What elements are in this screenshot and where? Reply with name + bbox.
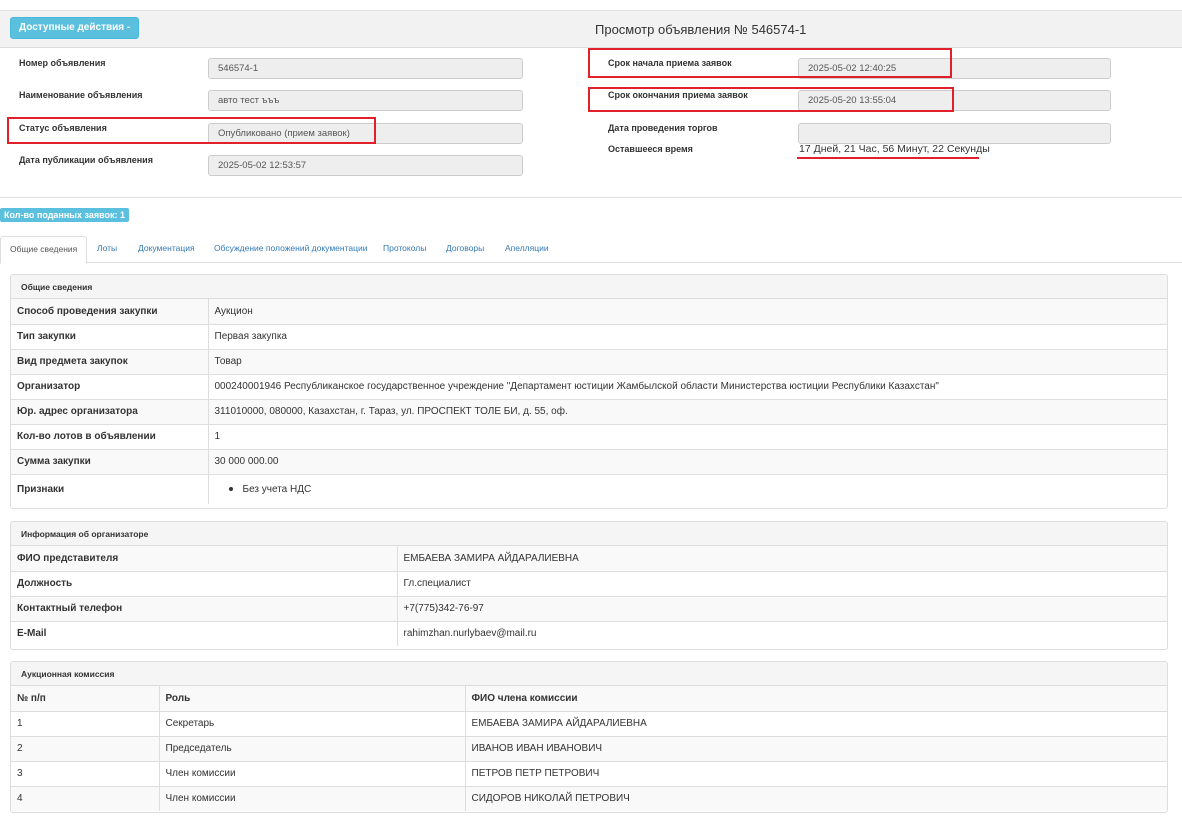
organizer-info-table: ФИО представителя ЕМБАЕВА ЗАМИРА АЙДАРАЛ… <box>11 546 1167 646</box>
general-info-panel: Общие сведения Способ проведения закупки… <box>10 274 1168 509</box>
announcement-form: Номер объявления 546574-1 Наименование о… <box>0 48 1182 198</box>
applications-count-badge: Кол-во поданных заявок: 1 <box>0 208 130 222</box>
table-row: Организатор 000240001946 Республиканское… <box>11 373 1167 399</box>
column-header-role: Роль <box>159 686 466 711</box>
table-row: 3 Член комиссии ПЕТРОВ ПЕТР ПЕТРОВИЧ <box>11 760 1167 786</box>
table-row: 1 Секретарь ЕМБАЕВА ЗАМИРА АЙДАРАЛИЕВНА <box>11 710 1167 736</box>
row-value: rahimzhan.nurlybaev@mail.ru <box>397 620 1167 646</box>
feature-item: Без учета НДС <box>242 483 312 495</box>
row-label: Вид предмета закупок <box>11 348 209 374</box>
table-row: Должность Гл.специалист <box>11 570 1167 596</box>
row-value: Без учета НДС <box>208 473 1167 504</box>
row-label: Юр. адрес организатора <box>11 398 209 424</box>
page-title: Просмотр объявления № 546574-1 <box>595 22 807 37</box>
start-date-highlight-box <box>588 48 952 78</box>
tab-documentation[interactable]: Документация <box>138 236 195 263</box>
table-header-row: № п/п Роль ФИО члена комиссии <box>11 686 1167 711</box>
member-role: Секретарь <box>159 710 466 736</box>
row-value: 30 000 000.00 <box>208 448 1167 474</box>
member-number: 4 <box>11 785 160 811</box>
table-row: Кол-во лотов в объявлении 1 <box>11 423 1167 449</box>
announcement-name-field[interactable]: авто тест ъъъ <box>208 90 523 111</box>
member-name: ЕМБАЕВА ЗАМИРА АЙДАРАЛИЕВНА <box>465 710 1167 736</box>
remaining-time-value: 17 Дней, 21 Час, 56 Минут, 22 Секунды <box>799 143 990 155</box>
auction-commission-panel: Аукционная комиссия № п/п Роль ФИО члена… <box>10 661 1168 813</box>
column-header-number: № п/п <box>11 686 160 711</box>
tab-general-info[interactable]: Общие сведения <box>0 236 88 264</box>
row-value: 1 <box>208 423 1167 449</box>
column-header-member-name: ФИО члена комиссии <box>465 686 1167 711</box>
row-value: Товар <box>208 348 1167 374</box>
general-info-table: Способ проведения закупки Аукцион Тип за… <box>11 299 1167 504</box>
table-row: 4 Член комиссии СИДОРОВ НИКОЛАЙ ПЕТРОВИЧ <box>11 785 1167 811</box>
member-number: 3 <box>11 760 160 786</box>
announcement-name-label: Наименование объявления <box>19 90 143 100</box>
organizer-info-panel: Информация об организаторе ФИО представи… <box>10 521 1168 650</box>
row-value: Первая закупка <box>208 323 1167 349</box>
remaining-time-underline <box>797 157 979 159</box>
row-value: Гл.специалист <box>397 570 1167 596</box>
tab-bar: Общие сведения Лоты Документация Обсужде… <box>0 236 1182 264</box>
announcement-number-field[interactable]: 546574-1 <box>208 58 523 79</box>
row-label: Признаки <box>11 473 209 504</box>
publication-date-field[interactable]: 2025-05-02 12:53:57 <box>208 155 523 176</box>
member-role: Член комиссии <box>159 760 466 786</box>
member-number: 2 <box>11 735 160 761</box>
announcement-number-label: Номер объявления <box>19 58 106 68</box>
row-label: Тип закупки <box>11 323 209 349</box>
end-date-highlight-box <box>588 87 954 112</box>
organizer-info-panel-title: Информация об организаторе <box>11 522 1167 546</box>
member-name: СИДОРОВ НИКОЛАЙ ПЕТРОВИЧ <box>465 785 1167 811</box>
tab-documentation-discussion[interactable]: Обсуждение положений документации <box>214 236 368 263</box>
auction-commission-panel-title: Аукционная комиссия <box>11 662 1167 686</box>
member-name: ИВАНОВ ИВАН ИВАНОВИЧ <box>465 735 1167 761</box>
table-row: Тип закупки Первая закупка <box>11 323 1167 349</box>
auction-commission-table: № п/п Роль ФИО члена комиссии 1 Секретар… <box>11 686 1167 811</box>
general-info-panel-title: Общие сведения <box>11 275 1167 299</box>
row-value: 311010000, 080000, Казахстан, г. Тараз, … <box>208 398 1167 424</box>
row-value: +7(775)342-76-97 <box>397 595 1167 621</box>
status-highlight-box <box>7 117 376 144</box>
row-label: Способ проведения закупки <box>11 299 209 324</box>
available-actions-button[interactable]: Доступные действия - <box>10 17 140 39</box>
auction-date-label: Дата проведения торгов <box>608 123 718 133</box>
bullet-icon <box>228 486 233 491</box>
row-label: Кол-во лотов в объявлении <box>11 423 209 449</box>
table-row: Сумма закупки 30 000 000.00 <box>11 448 1167 474</box>
row-label: E-Mail <box>11 620 398 646</box>
row-value: 000240001946 Республиканское государстве… <box>208 373 1167 399</box>
table-row: Контактный телефон +7(775)342-76-97 <box>11 595 1167 621</box>
tab-appeals[interactable]: Апелляции <box>505 236 549 263</box>
row-label: Должность <box>11 570 398 596</box>
table-row: E-Mail rahimzhan.nurlybaev@mail.ru <box>11 620 1167 646</box>
tab-contracts[interactable]: Договоры <box>446 236 484 263</box>
member-role: Член комиссии <box>159 785 466 811</box>
tab-protocols[interactable]: Протоколы <box>383 236 426 263</box>
publication-date-label: Дата публикации объявления <box>19 155 153 165</box>
tab-lots[interactable]: Лоты <box>97 236 117 263</box>
table-row: 2 Председатель ИВАНОВ ИВАН ИВАНОВИЧ <box>11 735 1167 761</box>
row-label: Организатор <box>11 373 209 399</box>
member-number: 1 <box>11 710 160 736</box>
remaining-time-label: Оставшееся время <box>608 144 693 154</box>
table-row: Юр. адрес организатора 311010000, 080000… <box>11 398 1167 424</box>
table-row: Вид предмета закупок Товар <box>11 348 1167 374</box>
row-label: ФИО представителя <box>11 546 398 571</box>
auction-date-field[interactable] <box>798 123 1111 144</box>
table-row: ФИО представителя ЕМБАЕВА ЗАМИРА АЙДАРАЛ… <box>11 546 1167 571</box>
row-value: Аукцион <box>208 299 1167 324</box>
member-name: ПЕТРОВ ПЕТР ПЕТРОВИЧ <box>465 760 1167 786</box>
row-label: Контактный телефон <box>11 595 398 621</box>
member-role: Председатель <box>159 735 466 761</box>
table-row: Признаки Без учета НДС <box>11 473 1167 504</box>
table-row: Способ проведения закупки Аукцион <box>11 299 1167 324</box>
row-label: Сумма закупки <box>11 448 209 474</box>
row-value: ЕМБАЕВА ЗАМИРА АЙДАРАЛИЕВНА <box>397 546 1167 571</box>
top-bar: Доступные действия - Просмотр объявления… <box>0 10 1182 48</box>
